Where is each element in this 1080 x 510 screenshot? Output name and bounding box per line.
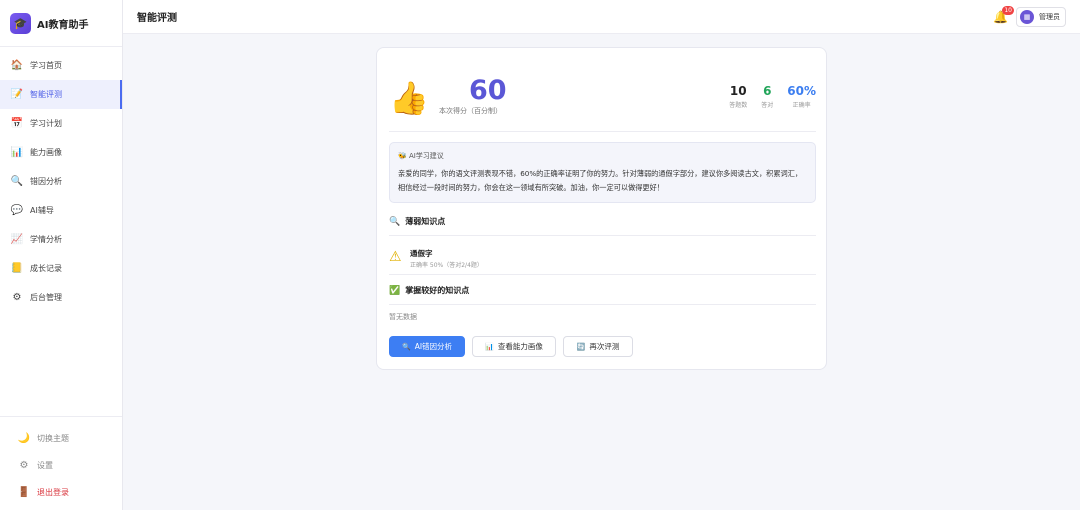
- sidebar-item-label: 智能评测: [30, 90, 62, 99]
- stat-correct-label: 答对: [761, 102, 774, 109]
- magnifier-icon: 🔍: [10, 176, 24, 187]
- advice-text: 亲爱的同学，你的语文评测表现不错，60%的正确率证明了你的努力。针对薄弱的通假字…: [398, 169, 803, 192]
- stat-total-label: 答题数: [729, 102, 748, 109]
- divider: [389, 235, 816, 236]
- logout-label: 退出登录: [37, 488, 69, 497]
- strong-section-title: ✅ 掌握较好的知识点: [389, 285, 469, 296]
- bar-chart-icon: 📊: [485, 342, 494, 351]
- bar-chart-icon: 📊: [10, 147, 24, 158]
- result-card: 👍 60 本次得分（百分制） 10 答题数 6 答对 60% 正确率 🐝 AI学…: [376, 47, 827, 370]
- graduation-cap-icon: 🎓: [10, 12, 31, 34]
- ai-analysis-button[interactable]: 🔍 AI错因分析: [389, 336, 465, 357]
- theme-toggle-label: 切换主题: [37, 434, 69, 443]
- action-buttons: 🔍 AI错因分析 📊 查看能力画像 🔄 再次评测: [389, 336, 640, 357]
- gear-icon: ⚙: [12, 292, 22, 303]
- sidebar-item-error-analysis[interactable]: 🔍 错因分析: [0, 167, 122, 196]
- stat-correct: 6 答对: [761, 84, 773, 109]
- divider: [389, 274, 816, 275]
- stat-accuracy-value: 60%: [787, 84, 816, 98]
- memo-icon: 📝: [10, 89, 24, 100]
- sidebar-item-learning-analysis[interactable]: 📈 学情分析: [0, 225, 122, 254]
- stat-correct-value: 6: [763, 84, 772, 98]
- bee-icon: 🐝: [398, 152, 407, 160]
- page-title: 智能评测: [137, 13, 177, 24]
- sidebar: 🎓 AI教育助手 🏠 学习首页 📝 智能评测 📅 学习计划 📊 能力画像 🔍 错因分析 💬…: [0, 0, 123, 510]
- ai-analysis-label: AI错因分析: [414, 342, 453, 351]
- score-label: 本次得分（百分制）: [439, 107, 502, 115]
- refresh-icon: 🔄: [576, 342, 586, 351]
- sidebar-item-label: 错因分析: [30, 177, 62, 186]
- moon-icon: 🌙: [17, 433, 31, 444]
- sidebar-item-label: 学情分析: [30, 235, 62, 244]
- weak-item-name: 通假字: [410, 249, 433, 258]
- sidebar-item-label: 成长记录: [30, 264, 62, 273]
- sidebar-item-admin[interactable]: ⚙ 后台管理: [0, 283, 122, 312]
- app-name: AI教育助手: [37, 19, 89, 31]
- logout-link[interactable]: 🚪 退出登录: [0, 479, 122, 506]
- score-value: 60: [469, 75, 507, 106]
- sidebar-item-label: 学习计划: [30, 119, 62, 128]
- score-stats: 10 答题数 6 答对 60% 正确率: [715, 84, 816, 109]
- sidebar-item-plan[interactable]: 📅 学习计划: [0, 109, 122, 138]
- user-name: 管理员: [1039, 12, 1060, 21]
- sidebar-item-home[interactable]: 🏠 学习首页: [0, 51, 122, 80]
- divider: [389, 304, 816, 305]
- notification-badge: 10: [1002, 5, 1014, 15]
- notification-bell[interactable]: 🔔 10: [993, 5, 1014, 24]
- score-summary: 👍 60 本次得分（百分制） 10 答题数 6 答对 60% 正确率: [389, 76, 816, 128]
- settings-icon: ⚙: [19, 460, 29, 471]
- settings-label: 设置: [37, 461, 53, 470]
- sidebar-item-assessment[interactable]: 📝 智能评测: [0, 80, 122, 109]
- user-menu[interactable]: ▦ 管理员: [1016, 6, 1066, 27]
- settings-link[interactable]: ⚙ 设置: [0, 452, 122, 479]
- magnifier-icon: 🔍: [389, 216, 401, 227]
- stat-accuracy: 60% 正确率: [787, 84, 816, 109]
- view-profile-button[interactable]: 📊 查看能力画像: [472, 336, 556, 357]
- weak-section-label: 薄弱知识点: [405, 217, 446, 226]
- weak-section-title: 🔍 薄弱知识点: [389, 216, 445, 227]
- retest-label: 再次评测: [589, 342, 620, 351]
- sidebar-item-growth[interactable]: 📒 成长记录: [0, 254, 122, 283]
- stat-total-value: 10: [729, 84, 747, 98]
- trend-chart-icon: 📈: [10, 234, 24, 245]
- view-profile-label: 查看能力画像: [497, 342, 543, 351]
- sidebar-nav: 🏠 学习首页 📝 智能评测 📅 学习计划 📊 能力画像 🔍 错因分析 💬 AI辅导 📈 学情分…: [0, 47, 122, 312]
- sidebar-item-label: 后台管理: [30, 293, 62, 302]
- list-item: ⚠ 通假字 正确率 50%（答对2/4题）: [389, 246, 816, 272]
- stat-accuracy-label: 正确率: [792, 102, 811, 109]
- sidebar-bottom: 🌙 切换主题 ⚙ 设置 🚪 退出登录: [0, 416, 122, 510]
- theme-toggle[interactable]: 🌙 切换主题: [0, 425, 122, 452]
- advice-title: 🐝 AI学习建议: [398, 151, 807, 161]
- calendar-icon: 📅: [10, 118, 24, 129]
- brand[interactable]: 🎓 AI教育助手: [0, 0, 122, 47]
- header-actions: 🔔 10 ▦ 管理员: [993, 5, 1066, 27]
- notebook-icon: 📒: [10, 263, 24, 274]
- avatar: ▦: [1020, 9, 1034, 24]
- warning-icon: ⚠: [389, 249, 402, 265]
- sidebar-item-profile[interactable]: 📊 能力画像: [0, 138, 122, 167]
- check-box-icon: ✅: [389, 285, 401, 296]
- sidebar-item-label: 学习首页: [30, 61, 62, 70]
- sidebar-item-label: AI辅导: [30, 206, 54, 215]
- home-icon: 🏠: [10, 60, 24, 71]
- weak-item-meta: 正确率 50%（答对2/4题）: [410, 262, 483, 269]
- stat-total: 10 答题数: [729, 84, 747, 109]
- thumbs-up-icon: 👍: [389, 79, 429, 117]
- door-icon: 🚪: [17, 487, 31, 498]
- advice-title-text: AI学习建议: [408, 152, 444, 160]
- search-icon: 🔍: [401, 342, 411, 351]
- sidebar-item-ai-tutor[interactable]: 💬 AI辅导: [0, 196, 122, 225]
- ai-advice-box: 🐝 AI学习建议 亲爱的同学，你的语文评测表现不错，60%的正确率证明了你的努力…: [389, 142, 816, 203]
- top-header: 智能评测 🔔 10 ▦ 管理员: [123, 0, 1080, 34]
- strong-section-label: 掌握较好的知识点: [405, 286, 470, 295]
- sidebar-item-label: 能力画像: [30, 148, 62, 157]
- divider: [389, 131, 816, 132]
- retest-button[interactable]: 🔄 再次评测: [563, 336, 633, 357]
- empty-state: 暂无数据: [389, 313, 417, 321]
- chat-bubble-icon: 💬: [10, 205, 24, 216]
